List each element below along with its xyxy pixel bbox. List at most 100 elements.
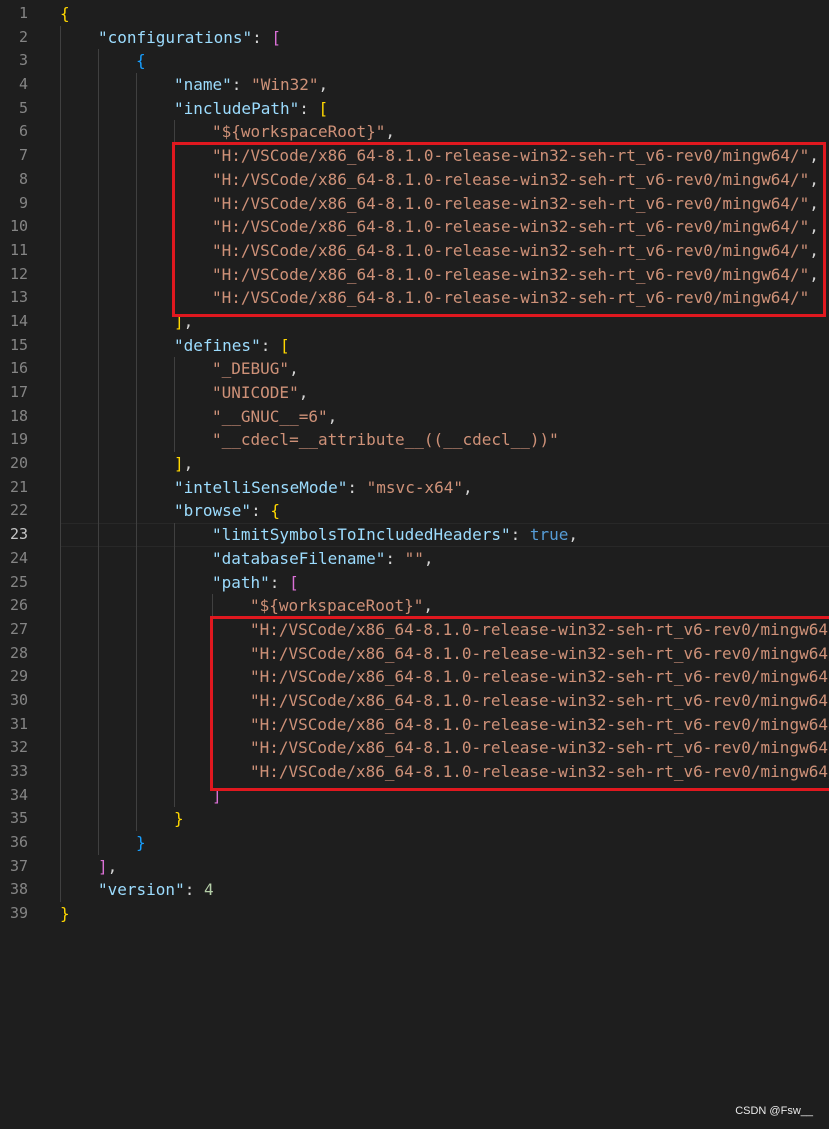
code-line[interactable]: ], xyxy=(60,854,829,879)
code-line[interactable]: "intelliSenseMode": "msvc-x64", xyxy=(60,475,829,500)
code-line[interactable]: "H:/VSCode/x86_64-8.1.0-release-win32-se… xyxy=(60,215,829,239)
code-token: "configurations" xyxy=(98,27,253,47)
code-content: "H:/VSCode/x86_64-8.1.0-release-win32-se… xyxy=(250,618,829,642)
code-line[interactable]: "_DEBUG", xyxy=(60,357,829,381)
indent-guide xyxy=(60,452,61,476)
code-token: "H:/VSCode/x86_64-8.1.0-release-win32-se… xyxy=(250,762,829,781)
line-number: 5 xyxy=(18,98,28,117)
code-area[interactable]: {"configurations": [{"name": "Win32", "in… xyxy=(60,2,829,926)
code-content: "H:/VSCode/x86_64-8.1.0-release-win32-se… xyxy=(250,713,829,737)
code-token: ] xyxy=(98,856,108,876)
indent-guide xyxy=(98,736,99,760)
code-line[interactable]: "H:/VSCode/x86_64-8.1.0-release-win32-se… xyxy=(60,238,829,263)
indent-guide xyxy=(60,428,61,453)
code-line[interactable]: "path": [ xyxy=(60,570,829,595)
indent-guide xyxy=(174,381,175,405)
indent-guide xyxy=(174,617,175,642)
code-content: ], xyxy=(98,855,117,879)
indent-guide xyxy=(98,73,99,97)
indent-guide xyxy=(98,215,99,239)
line-number: 15 xyxy=(9,335,28,354)
code-line[interactable]: "H:/VSCode/x86_64-8.1.0-release-win32-se… xyxy=(60,736,829,760)
code-token: , xyxy=(809,146,819,166)
code-token: , xyxy=(809,264,819,284)
code-line[interactable]: } xyxy=(60,831,829,855)
code-line[interactable]: "browse": { xyxy=(60,499,829,524)
code-line[interactable]: { xyxy=(60,49,829,74)
code-line[interactable]: ] xyxy=(60,783,829,808)
code-line[interactable]: "${workspaceRoot}", xyxy=(60,120,829,145)
code-line[interactable]: "includePath": [ xyxy=(60,96,829,121)
indent-guide xyxy=(98,665,99,689)
indent-guide xyxy=(136,357,137,381)
code-token: ] xyxy=(212,785,222,805)
indent-guide xyxy=(174,286,175,310)
indent-guide xyxy=(136,191,137,216)
code-token: : xyxy=(510,525,530,545)
indent-guide xyxy=(60,381,61,405)
code-line[interactable]: "H:/VSCode/x86_64-8.1.0-release-win32-se… xyxy=(60,760,829,784)
code-line[interactable]: "limitSymbolsToIncludedHeaders": true, xyxy=(60,523,829,547)
code-token: , xyxy=(423,548,434,568)
indent-guide xyxy=(60,238,61,263)
indent-guide xyxy=(60,594,61,618)
code-line[interactable]: "H:/VSCode/x86_64-8.1.0-release-win32-se… xyxy=(60,167,829,192)
code-line[interactable]: "${workspaceRoot}", xyxy=(60,594,829,618)
code-line[interactable]: ], xyxy=(60,452,829,476)
code-line[interactable]: "version": 4 xyxy=(60,878,829,903)
line-number: 33 xyxy=(9,762,28,780)
indent-guide xyxy=(212,688,213,713)
indent-guide xyxy=(98,807,99,832)
code-token: "H:/VSCode/x86_64-8.1.0-release-win32-se… xyxy=(250,643,829,663)
code-line[interactable]: ], xyxy=(60,309,829,334)
indent-guide xyxy=(60,215,61,239)
indent-guide xyxy=(60,49,61,74)
code-token: [ xyxy=(318,98,329,118)
code-token: "defines" xyxy=(174,335,261,355)
code-line[interactable]: "H:/VSCode/x86_64-8.1.0-release-win32-se… xyxy=(60,286,829,310)
code-line[interactable]: "H:/VSCode/x86_64-8.1.0-release-win32-se… xyxy=(60,688,829,713)
code-line[interactable]: } xyxy=(60,902,829,926)
indent-guide xyxy=(98,144,99,168)
code-line[interactable]: "H:/VSCode/x86_64-8.1.0-release-win32-se… xyxy=(60,617,829,642)
indent-guide xyxy=(136,167,137,192)
code-line[interactable]: } xyxy=(60,807,829,832)
code-line[interactable]: "H:/VSCode/x86_64-8.1.0-release-win32-se… xyxy=(60,144,829,168)
code-line[interactable]: "H:/VSCode/x86_64-8.1.0-release-win32-se… xyxy=(60,262,829,287)
code-line[interactable]: "name": "Win32", xyxy=(60,73,829,97)
indent-guide xyxy=(212,760,213,784)
code-editor[interactable]: 1 2 3 4 5 6 7 8 9 10 11 12 13 14 15 16 17 18 19 20 21 22 23 24 2… xyxy=(0,0,829,1129)
code-line[interactable]: "H:/VSCode/x86_64-8.1.0-release-win32-se… xyxy=(60,712,829,737)
indent-guide xyxy=(174,262,175,287)
code-line[interactable]: "H:/VSCode/x86_64-8.1.0-release-win32-se… xyxy=(60,191,829,216)
code-line[interactable]: "H:/VSCode/x86_64-8.1.0-release-win32-se… xyxy=(60,641,829,666)
indent-guide xyxy=(136,641,137,666)
code-line[interactable]: "__GNUC__=6", xyxy=(60,404,829,429)
indent-guide xyxy=(136,688,137,713)
code-token: "H:/VSCode/x86_64-8.1.0-release-win32-se… xyxy=(250,667,829,687)
indent-guide xyxy=(98,238,99,263)
code-token: "H:/VSCode/x86_64-8.1.0-release-win32-se… xyxy=(250,738,829,758)
code-line[interactable]: "configurations": [ xyxy=(60,25,829,50)
code-line[interactable]: "__cdecl=__attribute__((__cdecl__))" xyxy=(60,428,829,453)
code-content: "H:/VSCode/x86_64-8.1.0-release-win32-se… xyxy=(250,642,829,666)
code-line[interactable]: "UNICODE", xyxy=(60,381,829,405)
code-line[interactable]: "H:/VSCode/x86_64-8.1.0-release-win32-se… xyxy=(60,665,829,689)
code-content: } xyxy=(136,831,146,855)
code-content: } xyxy=(174,807,184,831)
indent-guide xyxy=(60,736,61,760)
code-content: "H:/VSCode/x86_64-8.1.0-release-win32-se… xyxy=(212,215,819,239)
code-token: { xyxy=(270,501,280,521)
indent-guide xyxy=(136,570,137,595)
indent-guide xyxy=(174,760,175,784)
code-token: "H:/VSCode/x86_64-8.1.0-release-win32-se… xyxy=(212,146,810,166)
code-token: : xyxy=(269,572,290,592)
code-token: , xyxy=(809,193,819,213)
indent-guide xyxy=(98,783,99,808)
code-line[interactable]: "defines": [ xyxy=(60,333,829,358)
code-token: : xyxy=(252,27,272,47)
indent-guide xyxy=(98,641,99,666)
code-line[interactable]: { xyxy=(60,2,829,26)
code-token: "Win32" xyxy=(251,75,319,95)
code-line[interactable]: "databaseFilename": "", xyxy=(60,546,829,571)
